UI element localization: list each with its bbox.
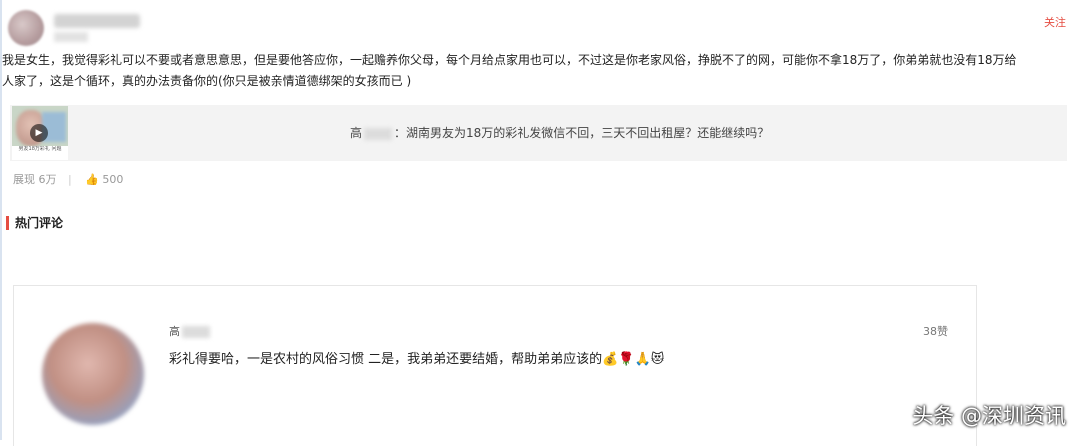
thumbs-up-icon: 👍 [85, 173, 99, 186]
author-name-blurred[interactable] [54, 14, 140, 28]
comment-text: 彩礼得要哈，一是农村的风俗习惯 二是，我弟弟还要结婚，帮助弟弟应该的💰🌹🙏😻 [169, 352, 665, 367]
commenter-name-blurred [182, 326, 210, 338]
comment-card: 高 38赞 彩礼得要哈，一是农村的风俗习惯 二是，我弟弟还要结婚，帮助弟弟应该的… [13, 285, 977, 446]
follow-button[interactable]: 关注 [1044, 14, 1066, 30]
play-icon[interactable]: ▶ [30, 124, 48, 142]
commenter-name[interactable]: 高 [169, 323, 212, 339]
stats-divider: | [68, 173, 72, 186]
linked-article-card[interactable]: ▶ 男友18万彩礼 问题 高 ：湖南男友为18万的彩礼发微信不回，三天不回出租屋？… [10, 105, 1067, 161]
linked-article-title[interactable]: 高 ：湖南男友为18万的彩礼发微信不回，三天不回出租屋？还能继续吗？ [350, 124, 769, 141]
commenter-name-prefix: 高 [169, 325, 180, 338]
video-thumbnail[interactable]: ▶ 男友18万彩礼 问题 [12, 106, 68, 160]
title-author-prefix: 高 [350, 126, 363, 140]
author-meta-blurred [54, 32, 88, 42]
hot-comments-heading: 热门评论 [6, 216, 63, 230]
comment-like-count[interactable]: 38赞 [923, 323, 948, 339]
post-text: 我是女生，我觉得彩礼可以不要或者意思意思，但是要他答应你，一起赡养你父母，每个月… [2, 50, 1072, 92]
post-header: 关注 [8, 8, 1072, 46]
title-author-blurred [364, 127, 393, 140]
author-avatar[interactable] [8, 10, 44, 46]
commenter-avatar[interactable] [42, 323, 144, 425]
source-watermark: 头条 @深圳资讯 [912, 404, 1066, 428]
post-stats: 展现 6万 | 👍 500 [13, 171, 123, 187]
title-text: ：湖南男友为18万的彩礼发微信不回，三天不回出租屋？还能继续吗？ [394, 126, 770, 140]
views-count: 展现 6万 [13, 173, 57, 186]
like-button[interactable]: 👍 500 [85, 173, 123, 186]
like-count: 500 [102, 173, 124, 186]
post-text-line-1: 我是女生，我觉得彩礼可以不要或者意思意思，但是要他答应你，一起赡养你父母，每个月… [2, 53, 1017, 67]
thumbnail-caption: 男友18万彩礼 问题 [12, 146, 68, 160]
post-text-line-2: 人家了，这是个循环，真的办法责备你的(你只是被亲情道德绑架的女孩而已 ) [2, 74, 412, 88]
